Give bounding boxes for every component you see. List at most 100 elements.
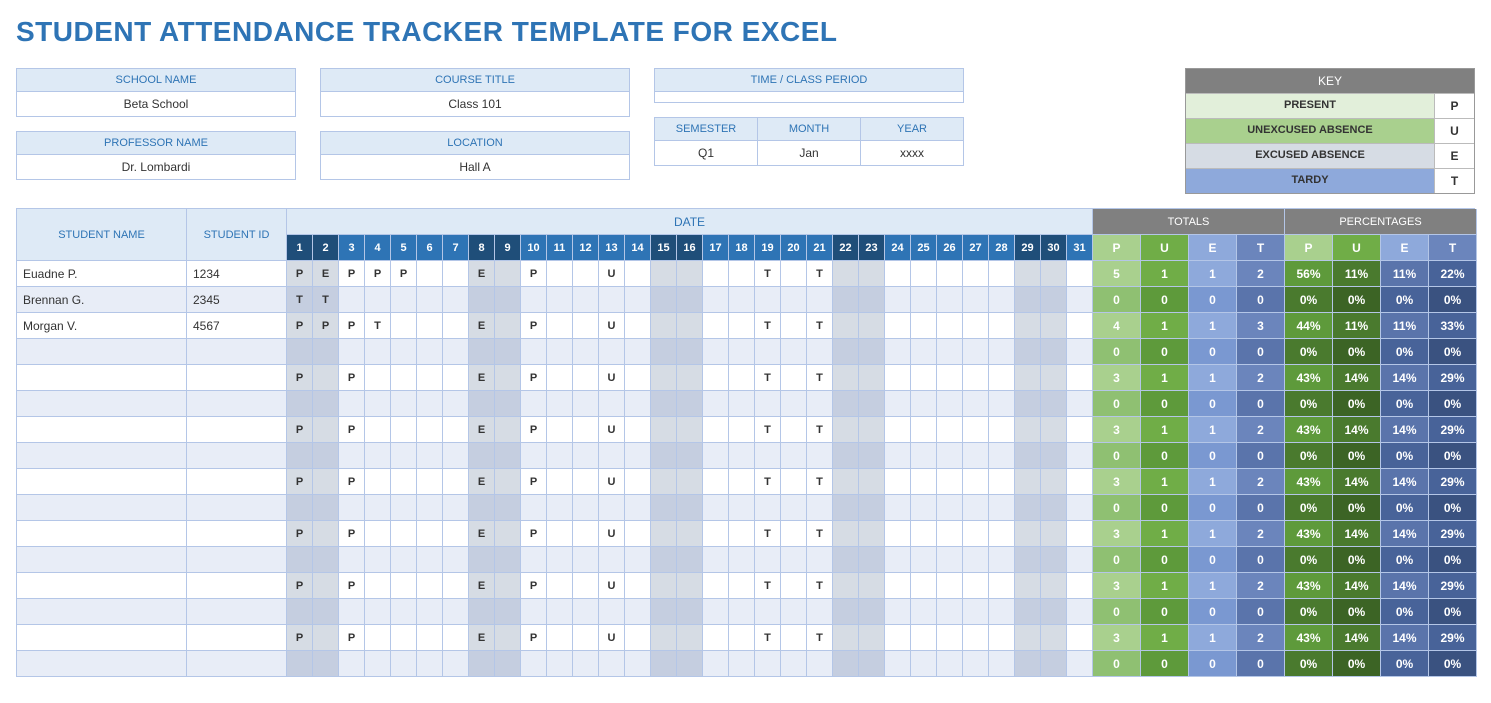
- attendance-cell[interactable]: [339, 287, 365, 313]
- attendance-cell[interactable]: E: [469, 313, 495, 339]
- attendance-cell[interactable]: T: [313, 287, 339, 313]
- attendance-cell[interactable]: [859, 495, 885, 521]
- attendance-cell[interactable]: [547, 339, 573, 365]
- attendance-cell[interactable]: [521, 339, 547, 365]
- course-title-value[interactable]: Class 101: [321, 92, 629, 116]
- attendance-cell[interactable]: [313, 339, 339, 365]
- attendance-cell[interactable]: [937, 495, 963, 521]
- attendance-cell[interactable]: [547, 573, 573, 599]
- attendance-cell[interactable]: [963, 651, 989, 677]
- attendance-cell[interactable]: [625, 651, 651, 677]
- attendance-cell[interactable]: [417, 599, 443, 625]
- attendance-cell[interactable]: [937, 391, 963, 417]
- attendance-cell[interactable]: [521, 651, 547, 677]
- attendance-cell[interactable]: [781, 261, 807, 287]
- attendance-cell[interactable]: [547, 365, 573, 391]
- attendance-cell[interactable]: [729, 547, 755, 573]
- attendance-cell[interactable]: [937, 287, 963, 313]
- attendance-cell[interactable]: [365, 417, 391, 443]
- attendance-cell[interactable]: [625, 287, 651, 313]
- attendance-cell[interactable]: [807, 495, 833, 521]
- attendance-cell[interactable]: T: [807, 261, 833, 287]
- attendance-cell[interactable]: [885, 443, 911, 469]
- attendance-cell[interactable]: [547, 625, 573, 651]
- student-id-cell[interactable]: [187, 365, 287, 391]
- attendance-cell[interactable]: [625, 261, 651, 287]
- attendance-cell[interactable]: [963, 313, 989, 339]
- attendance-cell[interactable]: [625, 625, 651, 651]
- attendance-cell[interactable]: [807, 443, 833, 469]
- attendance-cell[interactable]: [443, 365, 469, 391]
- attendance-cell[interactable]: [1015, 625, 1041, 651]
- attendance-cell[interactable]: [885, 547, 911, 573]
- attendance-cell[interactable]: T: [807, 365, 833, 391]
- attendance-cell[interactable]: [1041, 417, 1067, 443]
- attendance-cell[interactable]: [937, 573, 963, 599]
- attendance-cell[interactable]: [1067, 313, 1093, 339]
- student-name-cell[interactable]: [17, 625, 187, 651]
- attendance-cell[interactable]: [391, 469, 417, 495]
- attendance-cell[interactable]: P: [287, 417, 313, 443]
- attendance-cell[interactable]: P: [287, 625, 313, 651]
- attendance-cell[interactable]: [599, 547, 625, 573]
- attendance-cell[interactable]: [833, 547, 859, 573]
- attendance-cell[interactable]: [391, 443, 417, 469]
- attendance-cell[interactable]: P: [339, 365, 365, 391]
- attendance-cell[interactable]: [495, 365, 521, 391]
- attendance-cell[interactable]: [911, 599, 937, 625]
- attendance-cell[interactable]: [677, 365, 703, 391]
- attendance-cell[interactable]: [521, 391, 547, 417]
- attendance-cell[interactable]: [365, 287, 391, 313]
- attendance-cell[interactable]: [911, 287, 937, 313]
- attendance-cell[interactable]: [1041, 651, 1067, 677]
- attendance-cell[interactable]: [781, 287, 807, 313]
- attendance-cell[interactable]: T: [807, 417, 833, 443]
- attendance-cell[interactable]: [469, 443, 495, 469]
- attendance-cell[interactable]: [859, 521, 885, 547]
- attendance-cell[interactable]: [885, 417, 911, 443]
- attendance-cell[interactable]: [833, 573, 859, 599]
- attendance-cell[interactable]: U: [599, 417, 625, 443]
- attendance-cell[interactable]: [781, 443, 807, 469]
- attendance-cell[interactable]: [989, 469, 1015, 495]
- attendance-cell[interactable]: [989, 365, 1015, 391]
- attendance-cell[interactable]: [833, 469, 859, 495]
- attendance-cell[interactable]: [651, 313, 677, 339]
- attendance-cell[interactable]: [885, 339, 911, 365]
- attendance-cell[interactable]: [651, 573, 677, 599]
- attendance-cell[interactable]: [833, 339, 859, 365]
- attendance-cell[interactable]: [911, 547, 937, 573]
- school-name-value[interactable]: Beta School: [17, 92, 295, 116]
- attendance-cell[interactable]: [417, 625, 443, 651]
- attendance-cell[interactable]: [729, 313, 755, 339]
- attendance-cell[interactable]: [391, 495, 417, 521]
- attendance-cell[interactable]: [573, 547, 599, 573]
- attendance-cell[interactable]: E: [469, 417, 495, 443]
- attendance-cell[interactable]: [573, 573, 599, 599]
- attendance-cell[interactable]: [391, 599, 417, 625]
- attendance-cell[interactable]: [729, 339, 755, 365]
- attendance-cell[interactable]: [417, 495, 443, 521]
- attendance-cell[interactable]: [729, 469, 755, 495]
- attendance-cell[interactable]: U: [599, 469, 625, 495]
- attendance-cell[interactable]: [937, 651, 963, 677]
- student-name-cell[interactable]: [17, 443, 187, 469]
- attendance-cell[interactable]: [937, 261, 963, 287]
- attendance-cell[interactable]: P: [313, 313, 339, 339]
- student-name-cell[interactable]: [17, 365, 187, 391]
- attendance-cell[interactable]: [495, 625, 521, 651]
- attendance-cell[interactable]: [937, 313, 963, 339]
- attendance-cell[interactable]: P: [521, 261, 547, 287]
- attendance-cell[interactable]: [911, 261, 937, 287]
- attendance-cell[interactable]: [963, 547, 989, 573]
- attendance-cell[interactable]: [573, 625, 599, 651]
- attendance-cell[interactable]: [781, 521, 807, 547]
- attendance-cell[interactable]: [755, 287, 781, 313]
- attendance-cell[interactable]: [1015, 469, 1041, 495]
- attendance-cell[interactable]: [287, 651, 313, 677]
- attendance-cell[interactable]: [1015, 443, 1041, 469]
- attendance-cell[interactable]: [625, 443, 651, 469]
- attendance-cell[interactable]: [365, 625, 391, 651]
- attendance-cell[interactable]: [313, 417, 339, 443]
- attendance-cell[interactable]: [365, 573, 391, 599]
